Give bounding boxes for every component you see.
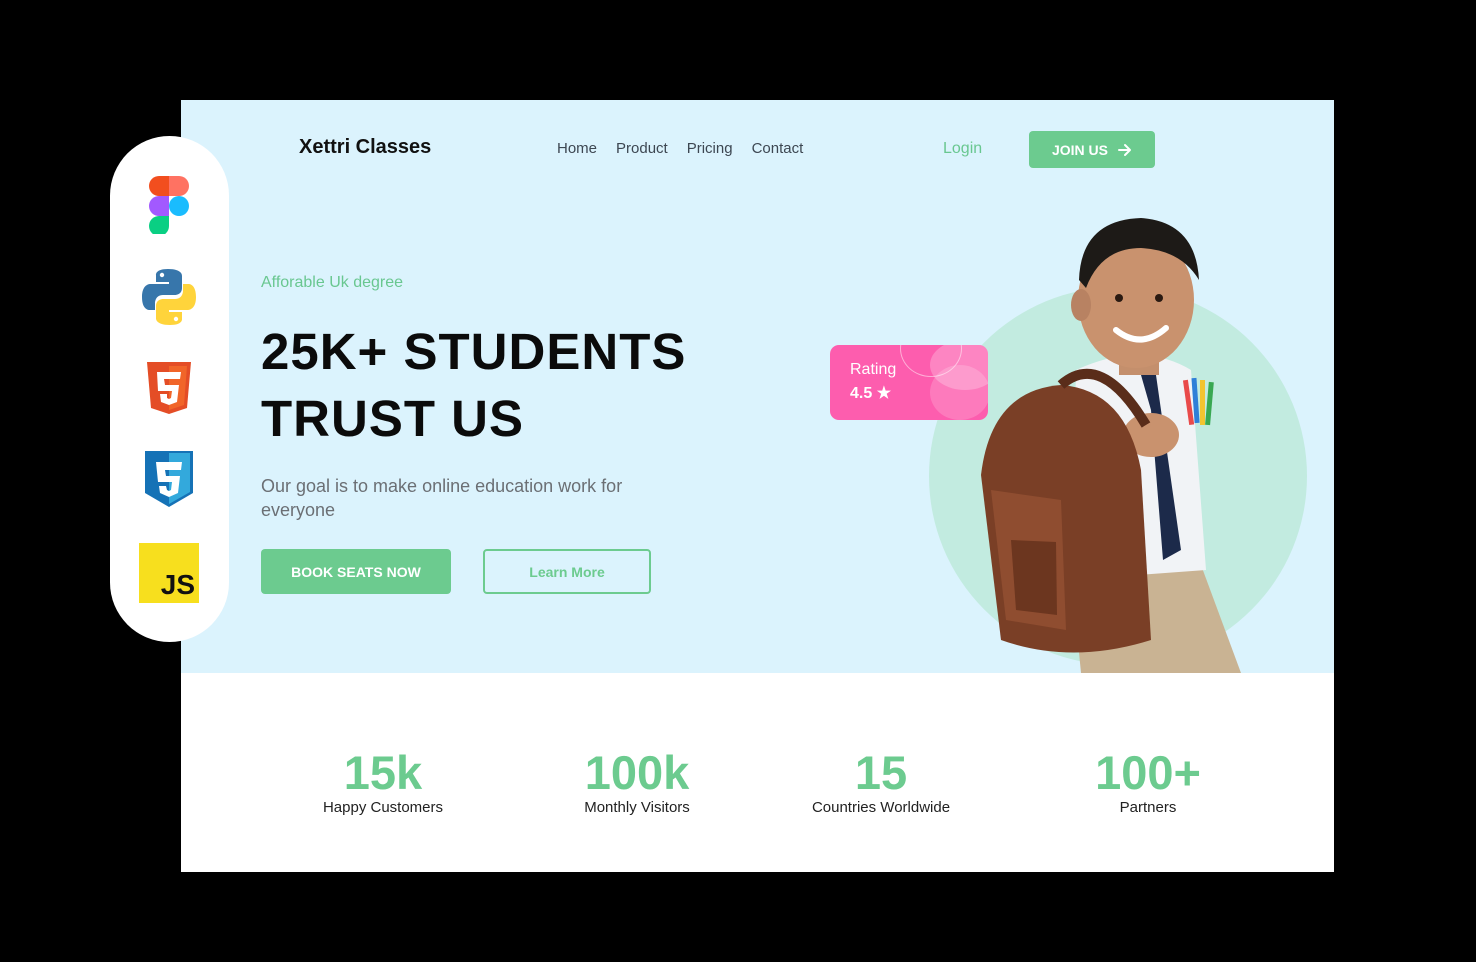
join-us-label: JOIN US xyxy=(1051,141,1108,158)
headline-line-2: TRUST US xyxy=(261,390,524,447)
rating-card: Rating 4.5 ★ xyxy=(830,345,988,420)
python-icon[interactable] xyxy=(139,267,199,327)
hero-description: Our goal is to make online education wor… xyxy=(261,476,623,520)
tech-stack-bar: JS xyxy=(110,136,229,642)
js-label: JS xyxy=(160,569,195,600)
stat-label: Happy Customers xyxy=(322,799,444,816)
book-seats-button[interactable]: BOOK SEATS NOW xyxy=(261,549,451,594)
stat-value: 15k xyxy=(343,746,423,799)
arrow-right-icon xyxy=(1118,143,1131,156)
headline-line-1: 25K+ STUDENTS xyxy=(261,323,687,380)
javascript-icon[interactable]: JS xyxy=(139,543,199,603)
stat-item: 100+ Partners xyxy=(1081,745,1215,816)
stats-section: 15k Happy Customers 100k Monthly Visitor… xyxy=(181,673,1334,872)
learn-more-button[interactable]: Learn More xyxy=(483,549,651,594)
student-photo xyxy=(981,218,1241,673)
html5-icon[interactable] xyxy=(139,358,199,418)
stat-item: 15 Countries Worldwide xyxy=(805,745,957,816)
figma-icon[interactable] xyxy=(139,174,199,234)
hero-headline: 25K+ STUDENTS TRUST US xyxy=(261,318,686,452)
join-us-button[interactable]: JOIN US xyxy=(1029,131,1155,168)
nav-product[interactable]: Product xyxy=(616,140,668,157)
rating-value: 4.5 ★ xyxy=(850,385,892,402)
hero-tagline: Afforable Uk degree xyxy=(261,274,404,291)
stat-value: 100k xyxy=(584,746,690,799)
rating-label: Rating xyxy=(850,361,897,378)
stat-label: Partners xyxy=(1119,799,1177,816)
main-nav: Home Product Pricing Contact xyxy=(557,140,803,157)
stat-value: 100+ xyxy=(1095,746,1201,799)
nav-pricing[interactable]: Pricing xyxy=(687,140,733,157)
stat-value: 15 xyxy=(854,746,908,799)
stat-item: 15k Happy Customers xyxy=(319,745,447,816)
hero-section: Xettri Classes Home Product Pricing Cont… xyxy=(181,100,1334,673)
nav-home[interactable]: Home xyxy=(557,140,597,157)
landing-page: Xettri Classes Home Product Pricing Cont… xyxy=(181,100,1334,872)
login-link[interactable]: Login xyxy=(943,140,982,158)
stat-label: Countries Worldwide xyxy=(811,799,951,816)
css3-icon[interactable] xyxy=(139,449,199,509)
brand-logo[interactable]: Xettri Classes xyxy=(299,136,431,159)
decor-blob xyxy=(930,365,988,420)
stat-item: 100k Monthly Visitors xyxy=(577,745,697,816)
nav-contact[interactable]: Contact xyxy=(752,140,804,157)
stat-label: Monthly Visitors xyxy=(584,799,690,816)
